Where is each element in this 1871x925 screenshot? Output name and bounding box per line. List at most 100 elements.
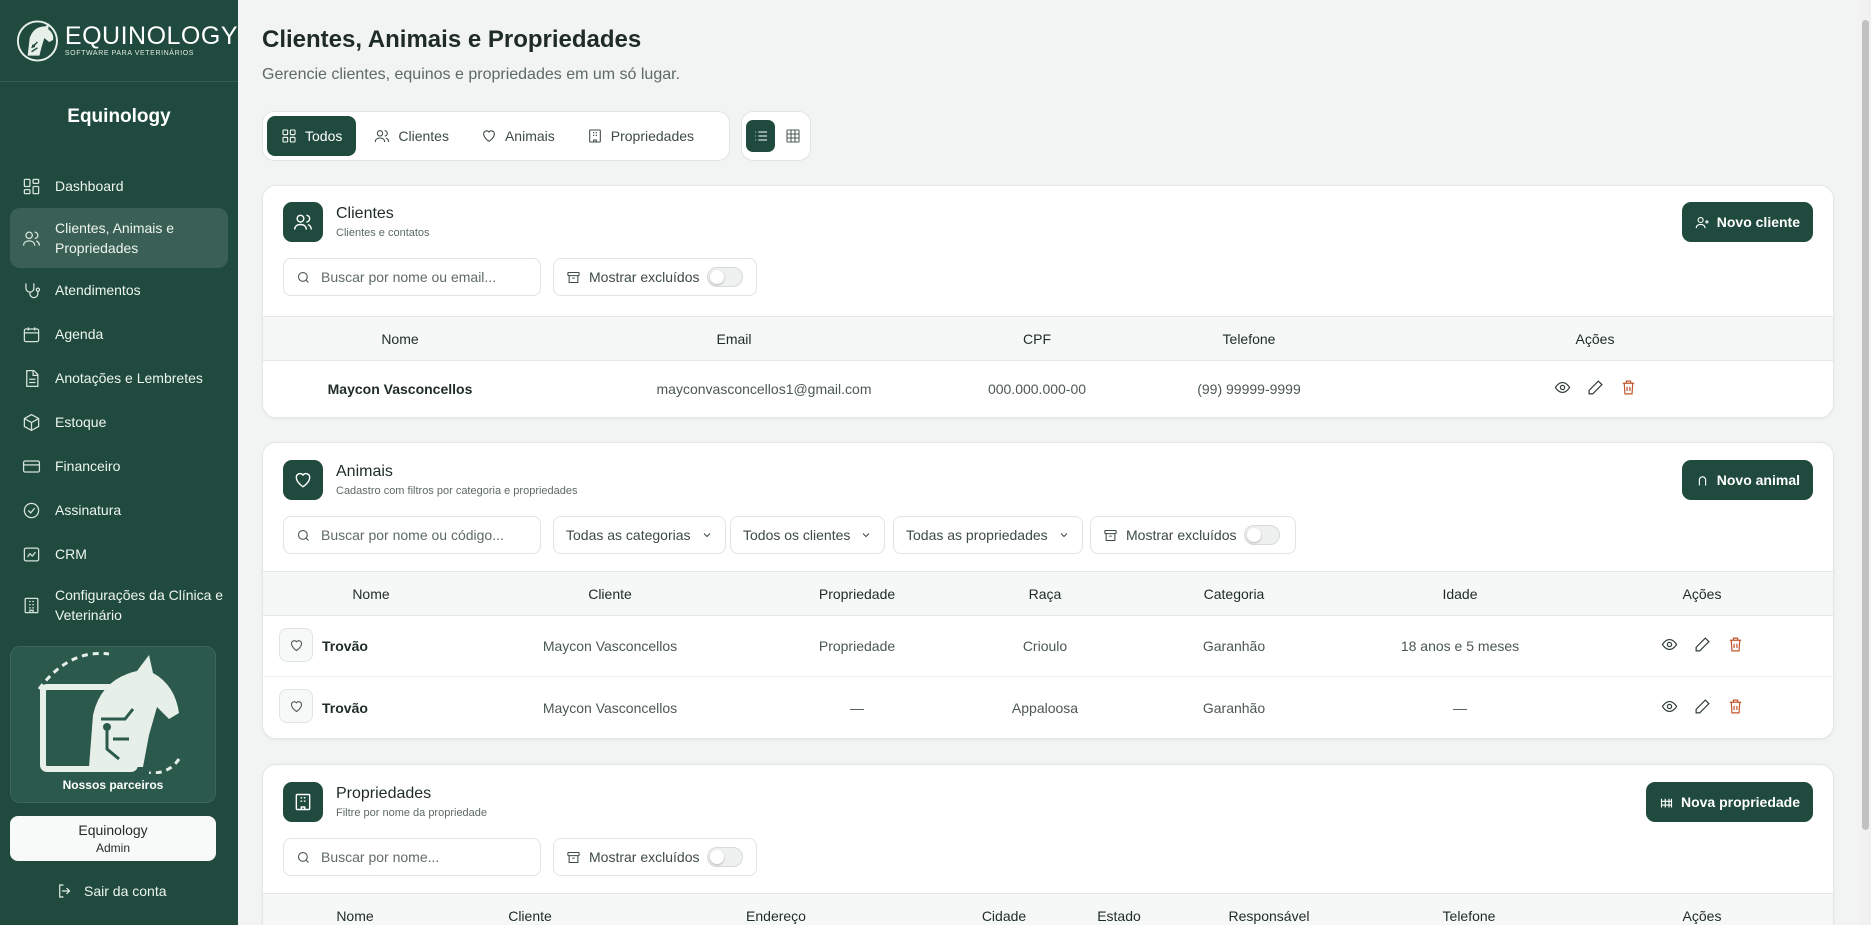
clientes-search-input[interactable] [321, 269, 521, 285]
sidebar-item-assinatura[interactable]: Assinatura [10, 488, 228, 532]
button-label: Novo animal [1716, 472, 1800, 488]
partners-label: Nossos parceiros [62, 778, 164, 792]
propriedades-show-deleted[interactable]: Mostrar excluídos [553, 838, 757, 876]
archive-icon [567, 271, 580, 283]
column-header: Cliente [588, 585, 632, 602]
animais-table-header: Nome Cliente Propriedade Raça Categoria … [263, 571, 1833, 616]
delete-button[interactable] [1727, 698, 1744, 718]
animal-heart-chip [279, 689, 313, 723]
show-deleted-switch[interactable] [707, 847, 744, 867]
select-value: Todas as categorias [566, 527, 691, 543]
propriedades-search-input[interactable] [321, 849, 521, 865]
sidebar-item-financeiro[interactable]: Financeiro [10, 444, 228, 488]
categoria-select[interactable]: Todas as categorias [553, 516, 726, 554]
sidebar-item-estoque[interactable]: Estoque [10, 400, 228, 444]
tab-clientes[interactable]: Clientes [360, 116, 463, 156]
animal-propriedade: Propriedade [818, 638, 896, 654]
partners-card[interactable]: Nossos parceiros [10, 646, 216, 803]
sidebar-item-crm[interactable]: CRM [10, 532, 228, 576]
page-subtitle: Gerencie clientes, equinos e propriedade… [262, 66, 681, 83]
sidebar-nav: Dashboard Clientes, Animais e Propriedad… [0, 164, 238, 634]
view-button[interactable] [1661, 698, 1678, 718]
delete-button[interactable] [1727, 636, 1744, 656]
logo[interactable]: EQUINOLOGY SOFTWARE PARA VETERINÁRIOS [0, 0, 238, 82]
sidebar-item-label: Dashboard [55, 178, 124, 194]
animal-categoria: Garanhão [1202, 638, 1266, 654]
sidebar-item-anotacoes[interactable]: Anotações e Lembretes [10, 356, 228, 400]
delete-button[interactable] [1620, 379, 1637, 399]
button-label: Nova propriedade [1680, 794, 1800, 810]
show-deleted-switch[interactable] [1244, 525, 1281, 545]
animais-search-input[interactable] [321, 527, 521, 543]
table-row[interactable]: Maycon Vasconcellos mayconvasconcellos1@… [263, 361, 1833, 417]
list-view-button[interactable] [746, 120, 775, 152]
heart-icon [483, 130, 495, 142]
heart-icon [290, 700, 302, 712]
tab-label: Propriedades [610, 128, 695, 144]
user-card[interactable]: Equinology Admin [10, 816, 216, 861]
tab-todos[interactable]: Todos [267, 116, 357, 156]
nova-propriedade-button[interactable]: Nova propriedade [1645, 782, 1813, 822]
animal-categoria: Garanhão [1202, 699, 1266, 716]
tab-propriedades[interactable]: Propriedades [573, 116, 708, 156]
chevron-down-icon [1060, 533, 1068, 538]
tab-animais[interactable]: Animais [467, 116, 569, 156]
view-button[interactable] [1661, 636, 1678, 656]
column-header: Endereço [746, 908, 806, 924]
view-button[interactable] [1554, 379, 1571, 399]
filter-tabs: Todos Clientes Animais Propriedades [262, 111, 730, 161]
logout-button[interactable]: Sair da conta [56, 882, 167, 900]
show-deleted-switch[interactable] [707, 267, 744, 287]
animal-propriedade: — [850, 699, 864, 716]
users-icon [22, 231, 41, 246]
sidebar-item-clientes[interactable]: Clientes, Animais e Propriedades [10, 208, 228, 268]
clientes-card: Clientes Clientes e contatos Novo client… [262, 185, 1834, 418]
stethoscope-icon [25, 282, 41, 298]
cliente-select[interactable]: Todos os clientes [730, 516, 886, 554]
building-icon [588, 129, 601, 143]
propriedades-card: Propriedades Filtre por nome da propried… [262, 764, 1834, 925]
column-header: Ações [1575, 330, 1615, 347]
sidebar-item-label: CRM [55, 546, 87, 562]
trash-icon [1622, 380, 1634, 395]
search-icon [297, 271, 309, 283]
sidebar-item-agenda[interactable]: Agenda [10, 312, 228, 356]
page-title: Clientes, Animais e Propriedades [262, 26, 642, 53]
table-grid-icon [785, 129, 800, 143]
animal-nome: Trovão [322, 699, 368, 716]
edit-button[interactable] [1694, 698, 1711, 718]
edit-button[interactable] [1587, 379, 1604, 399]
grid-view-button[interactable] [778, 120, 807, 152]
table-row[interactable]: Trovão Maycon Vasconcellos — Appaloosa G… [263, 677, 1833, 738]
novo-animal-button[interactable]: Novo animal [1681, 460, 1813, 500]
crm-icon [23, 547, 40, 561]
notes-icon [26, 369, 39, 387]
tab-label: Clientes [398, 128, 449, 144]
heart-icon [290, 639, 302, 651]
scrollbar-thumb[interactable] [1862, 20, 1869, 830]
column-header: Email [716, 330, 752, 347]
page-scrollbar[interactable] [1860, 0, 1871, 925]
edit-button[interactable] [1694, 636, 1711, 656]
pencil-icon [1695, 698, 1710, 713]
sidebar-item-atendimentos[interactable]: Atendimentos [10, 268, 228, 312]
sidebar-item-configuracoes[interactable]: Configurações da Clínica e Veterinário [10, 576, 228, 634]
clientes-show-deleted[interactable]: Mostrar excluídos [553, 258, 757, 296]
trash-icon [1729, 699, 1741, 713]
table-row[interactable]: Trovão Maycon Vasconcellos Propriedade C… [263, 616, 1833, 677]
archive-icon [1104, 529, 1117, 541]
sidebar-item-dashboard[interactable]: Dashboard [10, 164, 228, 208]
novo-cliente-button[interactable]: Novo cliente [1681, 202, 1813, 242]
column-header: Propriedade [818, 585, 896, 602]
cliente-nome: Maycon Vasconcellos [327, 381, 473, 397]
search-icon [297, 529, 309, 541]
horseshoe-icon [1698, 475, 1706, 485]
animal-cliente: Maycon Vasconcellos [542, 638, 678, 654]
sidebar-item-label: Clientes, Animais e Propriedades [55, 220, 175, 256]
column-header: Cidade [981, 908, 1027, 924]
animais-show-deleted[interactable]: Mostrar excluídos [1090, 516, 1296, 554]
card-subtitle: Filtre por nome da propriedade [336, 807, 488, 819]
select-value: Todos os clientes [743, 527, 851, 543]
propriedade-select[interactable]: Todas as propriedades [893, 516, 1083, 554]
search-icon [297, 851, 309, 863]
